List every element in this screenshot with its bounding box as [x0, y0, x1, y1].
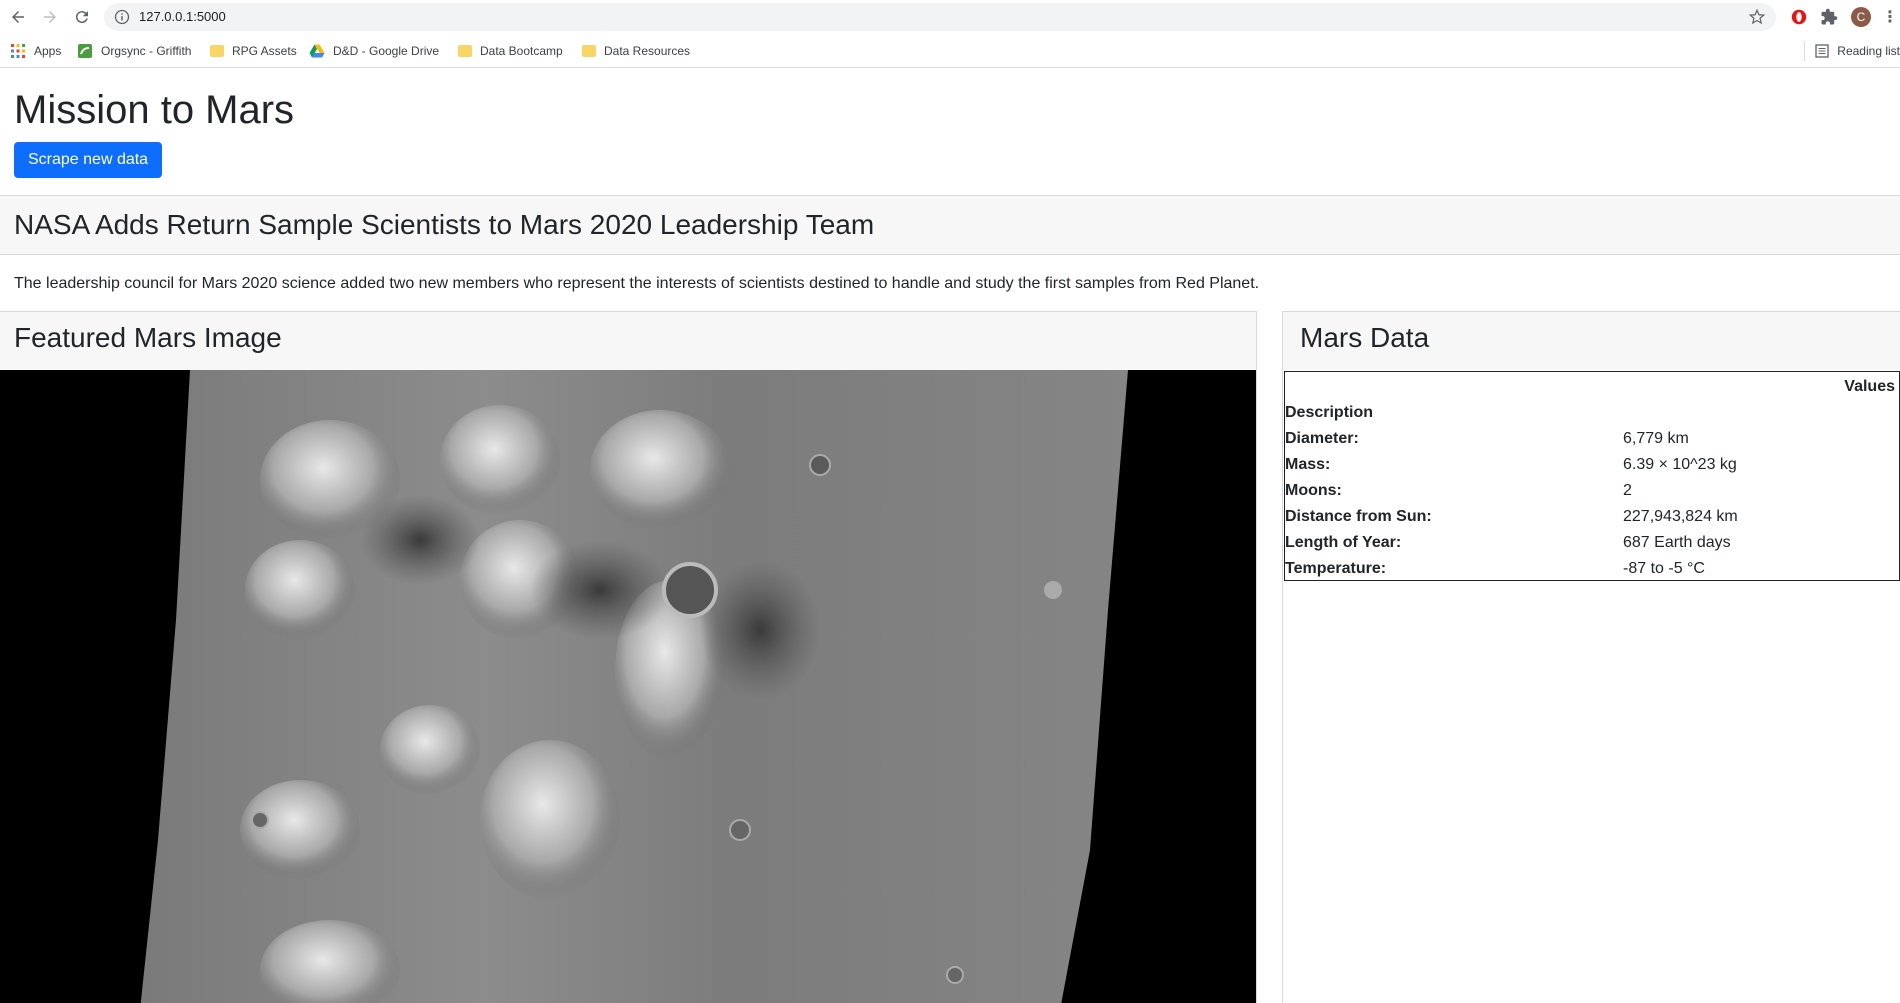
bookmark-apps[interactable]: Apps	[10, 41, 61, 61]
row-label: Mass:	[1285, 456, 1331, 473]
featured-mars-image	[0, 370, 1256, 1003]
row-value: 6,779 km	[1623, 430, 1689, 447]
bookmark-data-bootcamp[interactable]: Data Bootcamp	[458, 41, 563, 61]
news-header: NASA Adds Return Sample Scientists to Ma…	[0, 195, 1900, 255]
featured-image-card: Featured Mars Image	[0, 311, 1257, 1003]
news-title: NASA Adds Return Sample Scientists to Ma…	[14, 209, 875, 240]
google-drive-icon	[309, 44, 325, 58]
folder-icon	[458, 45, 472, 57]
featured-image-heading: Featured Mars Image	[14, 322, 282, 353]
page-content: Mission to Mars Scrape new data NASA Add…	[0, 68, 1900, 1003]
row-label: Length of Year:	[1285, 534, 1402, 551]
opera-extension-icon[interactable]	[1788, 6, 1810, 28]
table-row: Mass: 6.39 × 10^23 kg	[1285, 456, 1900, 482]
mars-data-heading: Mars Data	[1300, 322, 1430, 353]
profile-avatar[interactable]: C	[1850, 6, 1872, 28]
row-value: -87 to -5 °C	[1623, 560, 1705, 577]
news-paragraph: The leadership council for Mars 2020 sci…	[14, 275, 1260, 292]
bookmarks-bar: Apps Orgsync - Griffith RPG Assets D&D -…	[0, 34, 1900, 68]
page-title: Mission to Mars	[14, 88, 295, 132]
back-icon[interactable]	[6, 5, 30, 29]
table-row: Length of Year: 687 Earth days	[1285, 534, 1900, 560]
bookmark-star-icon[interactable]	[1748, 8, 1766, 26]
row-value: 687 Earth days	[1623, 534, 1731, 551]
reading-list-icon	[1815, 44, 1829, 58]
description-column-header: Description	[1285, 404, 1374, 421]
jumbotron: Mission to Mars Scrape new data	[0, 68, 1900, 195]
table-row: Distance from Sun: 227,943,824 km	[1285, 508, 1900, 534]
folder-icon	[210, 45, 224, 57]
mars-facts-table: Values Description Diameter: 6,779 km Ma…	[1284, 371, 1900, 581]
table-row: Moons: 2	[1285, 482, 1900, 508]
reading-list[interactable]: Reading list	[1804, 41, 1900, 61]
orgsync-icon	[78, 44, 92, 58]
row-label: Moons:	[1285, 482, 1342, 499]
reload-icon[interactable]	[70, 5, 94, 29]
browser-menu-icon[interactable]: ⋮	[1882, 6, 1898, 28]
address-bar[interactable]: 127.0.0.1:5000	[104, 3, 1776, 31]
row-value: 6.39 × 10^23 kg	[1623, 456, 1737, 473]
bookmark-google-drive[interactable]: D&D - Google Drive	[309, 41, 439, 61]
scrape-button[interactable]: Scrape new data	[14, 142, 163, 178]
browser-toolbar: 127.0.0.1:5000 C ⋮	[0, 0, 1900, 34]
table-row: Temperature: -87 to -5 °C	[1285, 560, 1900, 586]
forward-icon[interactable]	[38, 5, 62, 29]
row-label: Distance from Sun:	[1285, 508, 1432, 525]
row-value: 227,943,824 km	[1623, 508, 1738, 525]
row-label: Temperature:	[1285, 560, 1387, 577]
mars-data-header: Mars Data	[1283, 312, 1900, 370]
table-row: Diameter: 6,779 km	[1285, 430, 1900, 456]
mars-terrain-image	[0, 370, 1256, 1003]
row-label: Diameter:	[1285, 430, 1359, 447]
row-value: 2	[1623, 482, 1632, 499]
site-info-icon[interactable]	[114, 9, 130, 25]
apps-grid-icon	[11, 44, 25, 58]
bookmark-data-resources[interactable]: Data Resources	[582, 41, 690, 61]
values-column-header: Values	[1844, 378, 1895, 395]
bookmark-rpg-assets[interactable]: RPG Assets	[210, 41, 297, 61]
extensions-puzzle-icon[interactable]	[1818, 6, 1840, 28]
url-text[interactable]: 127.0.0.1:5000	[139, 9, 226, 24]
featured-image-header: Featured Mars Image	[0, 312, 1256, 370]
folder-icon	[582, 45, 596, 57]
bookmark-orgsync[interactable]: Orgsync - Griffith	[77, 41, 191, 61]
